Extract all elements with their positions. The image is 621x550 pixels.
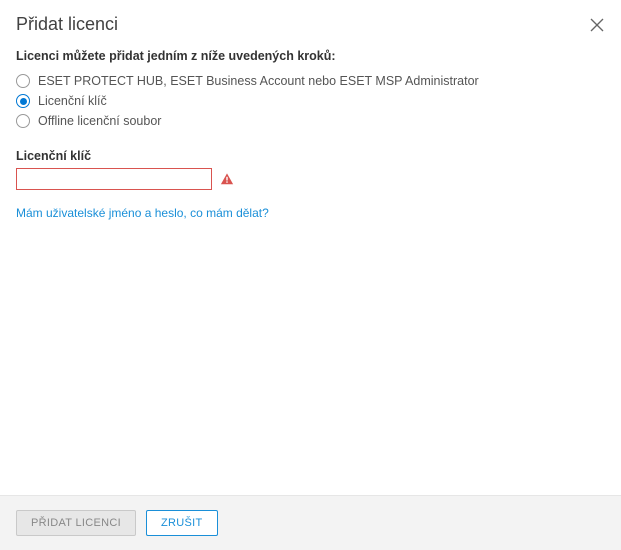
add-license-dialog: Přidat licenci Licenci můžete přidat jed… — [0, 0, 621, 550]
license-key-input[interactable] — [16, 168, 212, 190]
close-icon — [589, 17, 605, 33]
option-offline-file[interactable]: Offline licenční soubor — [16, 111, 605, 131]
option-license-key[interactable]: Licenční klíč — [16, 91, 605, 111]
license-key-field-block: Licenční klíč — [16, 149, 605, 190]
radio-icon — [16, 74, 30, 88]
close-button[interactable] — [589, 17, 605, 33]
radio-icon — [16, 94, 30, 108]
option-label: ESET PROTECT HUB, ESET Business Account … — [38, 74, 479, 88]
add-license-button[interactable]: PŘIDAT LICENCI — [16, 510, 136, 536]
license-key-label: Licenční klíč — [16, 149, 605, 163]
dialog-body: Licenci můžete přidat jedním z níže uved… — [0, 45, 621, 495]
radio-icon — [16, 114, 30, 128]
dialog-title: Přidat licenci — [16, 14, 118, 35]
license-key-row — [16, 168, 605, 190]
dialog-footer: PŘIDAT LICENCI ZRUŠIT — [0, 495, 621, 550]
cancel-button[interactable]: ZRUŠIT — [146, 510, 218, 536]
intro-text: Licenci můžete přidat jedním z níže uved… — [16, 49, 605, 63]
option-label: Offline licenční soubor — [38, 114, 161, 128]
option-hub-account[interactable]: ESET PROTECT HUB, ESET Business Account … — [16, 71, 605, 91]
option-label: Licenční klíč — [38, 94, 107, 108]
help-link[interactable]: Mám uživatelské jméno a heslo, co mám dě… — [16, 206, 269, 220]
dialog-header: Přidat licenci — [0, 0, 621, 45]
license-method-group: ESET PROTECT HUB, ESET Business Account … — [16, 71, 605, 131]
warning-icon — [220, 172, 234, 186]
